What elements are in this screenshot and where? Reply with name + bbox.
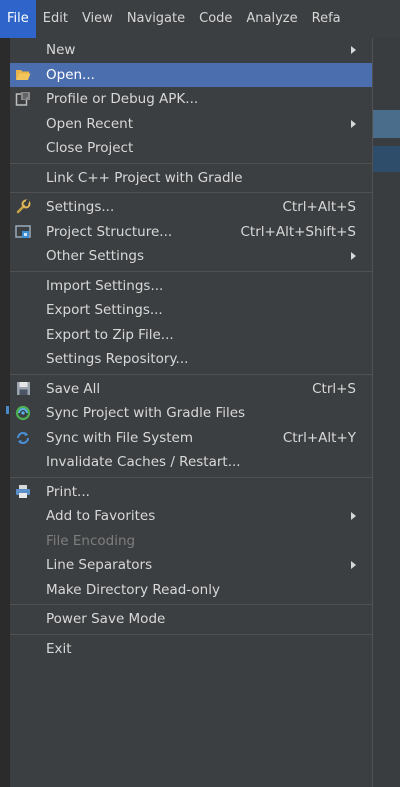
menu-item-label: Save All [46,380,101,397]
menu-item-sync-gradle[interactable]: Sync Project with Gradle Files [10,401,372,426]
menu-item-shortcut: Ctrl+Alt+Shift+S [240,223,357,240]
menu-analyze[interactable]: Analyze [239,0,304,38]
wrench-icon [15,199,31,215]
menu-item-project-structure[interactable]: Project Structure... Ctrl+Alt+Shift+S [10,220,372,245]
menu-item-open[interactable]: Open... [10,62,372,87]
menu-item-label: Invalidate Caches / Restart... [46,454,241,470]
gutter-marker [6,406,9,414]
menu-item-export-zip[interactable]: Export to Zip File... [10,323,372,348]
menu-item-open-recent[interactable]: Open Recent [10,112,372,137]
menu-item-label: Make Directory Read-only [46,581,220,598]
ide-right-panel [373,38,400,787]
menu-separator [10,270,372,272]
menu-item-shortcut: Ctrl+Alt+S [282,199,357,215]
menu-separator [10,373,372,375]
submenu-arrow-icon [351,252,356,260]
menu-bar: File Edit View Navigate Code Analyze Ref… [0,0,400,38]
ide-left-gutter [0,38,10,787]
menu-item-invalidate-caches[interactable]: Invalidate Caches / Restart... [10,450,372,475]
menu-item-shortcut: Ctrl+Alt+Y [282,429,356,446]
menu-item-label: Link C++ Project with Gradle [46,169,243,186]
menu-item-exit[interactable]: Exit [10,637,372,662]
menu-item-label: Profile or Debug APK... [46,91,199,107]
menu-item-label: New [46,42,76,58]
menu-item-make-readonly[interactable]: Make Directory Read-only [10,578,372,603]
menu-item-label: Open Recent [46,115,134,132]
menu-item-settings[interactable]: Settings... Ctrl+Alt+S [10,195,372,220]
panel-highlight [373,146,400,172]
apk-icon [15,91,31,107]
panel-highlight [373,110,400,138]
menu-item-label: Export to Zip File... [46,326,174,343]
save-icon [15,381,31,397]
submenu-arrow-icon [351,561,356,569]
menu-item-label: Add to Favorites [46,508,156,524]
menu-item-shortcut: Ctrl+S [312,380,356,397]
submenu-arrow-icon [351,46,356,54]
menu-item-label: Export Settings... [46,302,163,318]
menu-item-label: Import Settings... [46,277,164,294]
menu-item-label: Other Settings [46,248,144,264]
submenu-arrow-icon [351,512,356,520]
printer-icon [15,484,31,500]
menu-item-power-save[interactable]: Power Save Mode [10,607,372,632]
menu-separator [10,192,372,193]
submenu-arrow-icon [351,119,356,128]
menu-item-label: Exit [46,640,72,657]
menu-item-save-all[interactable]: Save All Ctrl+S [10,377,372,402]
folder-icon [15,67,31,83]
file-menu-dropdown: New Open... Profile or Debug APK... Open… [10,38,373,787]
menu-item-other-settings[interactable]: Other Settings [10,244,372,269]
menu-item-label: File Encoding [46,532,136,549]
menu-separator [10,476,372,478]
menu-item-label: Settings Repository... [46,351,189,367]
menu-item-add-favorites[interactable]: Add to Favorites [10,504,372,529]
menu-item-label: Open... [46,66,95,83]
menu-item-label: Close Project [46,140,134,156]
menu-item-import-settings[interactable]: Import Settings... [10,274,372,299]
project-structure-icon [15,224,31,240]
menu-item-label: Settings... [46,199,115,215]
refresh-icon [15,430,31,446]
menu-item-label: Sync with File System [46,429,193,446]
menu-item-label: Project Structure... [46,223,173,240]
menu-item-profile-debug-apk[interactable]: Profile or Debug APK... [10,87,372,112]
menu-item-link-cpp[interactable]: Link C++ Project with Gradle [10,166,372,191]
menu-item-line-separators[interactable]: Line Separators [10,553,372,578]
menu-navigate[interactable]: Navigate [120,0,192,38]
menu-item-print[interactable]: Print... [10,480,372,505]
menu-item-close-project[interactable]: Close Project [10,136,372,161]
menu-item-settings-repository[interactable]: Settings Repository... [10,347,372,372]
menu-view[interactable]: View [75,0,120,38]
menu-separator [10,162,372,164]
menu-item-label: Power Save Mode [46,611,166,627]
gradle-sync-icon [15,405,31,421]
menu-file[interactable]: File [0,0,36,38]
menu-code[interactable]: Code [192,0,239,38]
menu-item-label: Sync Project with Gradle Files [46,405,246,421]
menu-item-sync-file-system[interactable]: Sync with File System Ctrl+Alt+Y [10,426,372,451]
menu-edit[interactable]: Edit [36,0,75,38]
menu-refactor[interactable]: Refa [305,0,348,38]
menu-item-file-encoding: File Encoding [10,529,372,554]
menu-item-label: Line Separators [46,557,153,573]
menu-separator [10,604,372,605]
menu-separator [10,633,372,635]
menu-item-export-settings[interactable]: Export Settings... [10,298,372,323]
menu-item-label: Print... [46,483,90,500]
menu-item-new[interactable]: New [10,38,372,63]
